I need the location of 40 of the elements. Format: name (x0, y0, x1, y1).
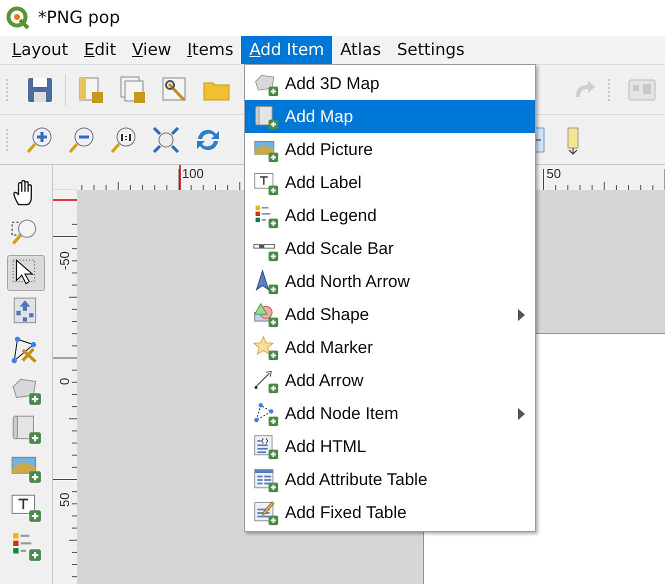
menu-title[interactable]: Items (179, 36, 242, 64)
menu-item[interactable]: Add Attribute Table (245, 463, 535, 496)
shape-icon (253, 302, 279, 328)
ruler-label: 0 (57, 378, 72, 385)
menu-title[interactable]: Settings (388, 36, 473, 64)
menu-item[interactable]: Add Scale Bar (245, 232, 535, 265)
legend-icon (10, 530, 42, 562)
menu-title[interactable]: Atlas (332, 36, 389, 64)
menu-item[interactable]: Add Marker (245, 331, 535, 364)
ruler-label: 100 (182, 166, 204, 181)
menu-item[interactable]: Add Node Item (245, 397, 535, 430)
menu-item[interactable]: Add Map (245, 100, 535, 133)
ruler-label: -50 (57, 250, 72, 270)
app-logo (6, 6, 30, 30)
node-icon (253, 400, 279, 426)
menu-item[interactable]: Add HTML (245, 430, 535, 463)
table-icon (253, 500, 279, 526)
ruler-label: 50 (546, 166, 561, 181)
window-title: *PNG pop (38, 8, 120, 28)
star-icon (253, 334, 279, 360)
menu-title[interactable]: Add Item (241, 36, 332, 64)
html-icon (253, 434, 279, 460)
menu-title[interactable]: Edit (76, 36, 124, 64)
tool-button[interactable] (7, 255, 45, 291)
menu-item[interactable]: Add 3D Map (245, 67, 535, 100)
menu-item[interactable]: Add Picture (245, 133, 535, 166)
menu-item[interactable]: Add Shape (245, 298, 535, 331)
menu-item[interactable]: Add Arrow (245, 364, 535, 397)
ruler-label: 50 (57, 492, 72, 506)
map-icon (10, 413, 42, 445)
menu-item[interactable]: Add Legend (245, 199, 535, 232)
legend-icon (253, 202, 279, 228)
menu-item[interactable]: Add Label (245, 166, 535, 199)
map-icon (253, 104, 279, 130)
table-icon (253, 466, 279, 492)
menu-item[interactable]: Add Fixed Table (245, 496, 535, 529)
menu-title[interactable]: View (124, 36, 180, 64)
menu-item[interactable]: Add North Arrow (245, 265, 535, 298)
menu-title[interactable]: Layout (4, 36, 76, 64)
north-arrow-icon (253, 268, 279, 294)
